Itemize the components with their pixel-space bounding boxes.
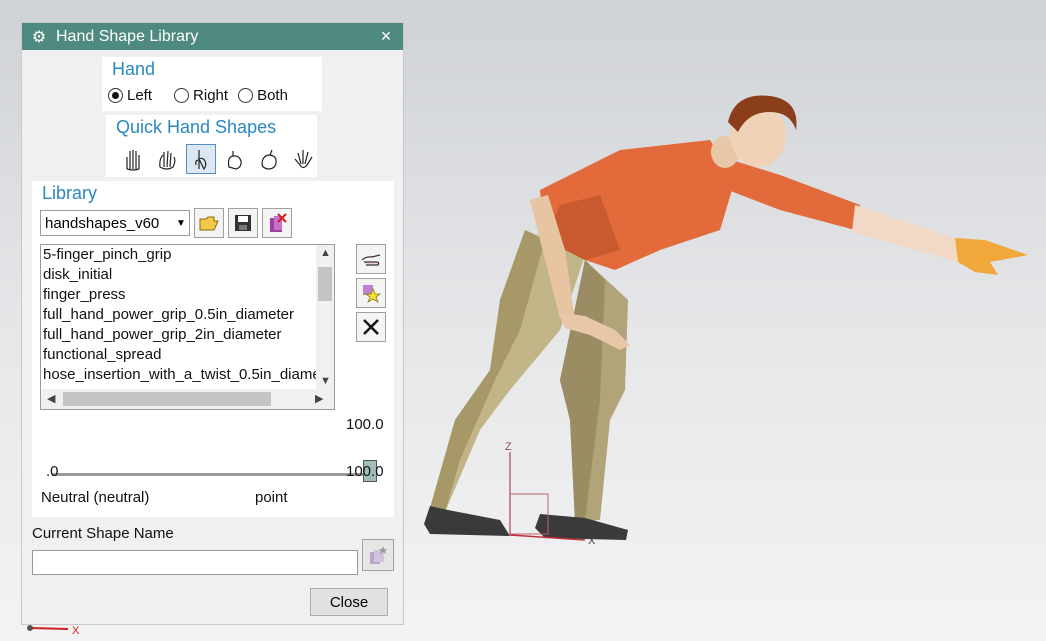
to-shape-label: point xyxy=(255,489,288,506)
open-folder-icon xyxy=(199,216,219,231)
spread-hand-icon[interactable] xyxy=(288,144,318,174)
list-item[interactable]: full_hand_power_grip_0.5in_diameter xyxy=(41,305,334,325)
left-shoe xyxy=(424,506,510,536)
quick-hand-shapes-group: Quick Hand Shapes xyxy=(106,115,317,177)
horizontal-scrollbar[interactable]: ◀ ▶ xyxy=(41,389,334,409)
shape-list[interactable]: 5-finger_pinch_grip disk_initial finger_pr… xyxy=(40,244,335,410)
title-bar[interactable]: ⚙ Hand Shape Library × xyxy=(22,23,403,50)
close-icon[interactable]: × xyxy=(369,26,403,47)
chevron-down-icon[interactable]: ▼ xyxy=(173,218,189,229)
radio-left-indicator[interactable] xyxy=(108,88,123,103)
library-combo[interactable]: handshapes_v60 ▼ xyxy=(40,210,190,236)
save-shape-icon xyxy=(370,546,387,564)
current-shape-name-input[interactable] xyxy=(32,550,358,575)
open-hand-icon[interactable] xyxy=(118,144,148,174)
left-leg-shade xyxy=(430,230,545,512)
add-favorite-icon xyxy=(363,285,382,303)
radio-both-label: Both xyxy=(257,87,288,104)
hand-group-title: Hand xyxy=(112,59,156,79)
library-title: Library xyxy=(42,183,98,203)
blend-slider-track[interactable] xyxy=(52,473,370,476)
save-shape-button[interactable] xyxy=(362,539,394,571)
delete-library-button[interactable] xyxy=(262,208,292,238)
list-item[interactable]: functional_spread xyxy=(41,345,334,365)
corner-x-axis xyxy=(29,627,69,630)
vertical-scroll-thumb[interactable] xyxy=(318,267,332,301)
curled-hand-icon[interactable] xyxy=(220,144,250,174)
radio-right-label: Right xyxy=(193,87,229,104)
vertical-scrollbar[interactable]: ▲ ▼ xyxy=(316,245,334,391)
delete-icon xyxy=(363,319,379,335)
add-favorite-button[interactable] xyxy=(356,278,386,308)
list-item[interactable]: disk_initial xyxy=(41,265,334,285)
open-folder-button[interactable] xyxy=(194,208,224,238)
slider-max-label: 100.0 xyxy=(346,463,384,480)
forearm xyxy=(852,205,960,262)
slider-current-value: 100.0 xyxy=(346,416,384,433)
list-item[interactable]: hose_insertion_with_a_twist_0.5in_diame xyxy=(41,365,334,385)
dialog-title: Hand Shape Library xyxy=(56,27,199,45)
radio-both[interactable]: Both xyxy=(238,87,288,104)
gear-icon: ⚙ xyxy=(31,28,47,46)
hand-group: Hand Left Right Both xyxy=(102,57,322,111)
list-item[interactable]: full_hand_power_grip_2in_diameter xyxy=(41,325,334,345)
save-icon xyxy=(235,215,251,231)
delete-shape-button[interactable] xyxy=(356,312,386,342)
apply-shape-button[interactable] xyxy=(356,244,386,274)
library-group: Library handshapes_v60 ▼ 5-finger_pinch_… xyxy=(32,181,394,517)
quick-hand-shapes-title: Quick Hand Shapes xyxy=(116,117,277,137)
list-item[interactable]: 5-finger_pinch_grip xyxy=(41,245,334,265)
pinch-hand-icon[interactable] xyxy=(254,144,284,174)
radio-left[interactable]: Left xyxy=(108,87,152,104)
list-item[interactable]: finger_press xyxy=(41,285,334,305)
horizontal-scroll-thumb[interactable] xyxy=(63,392,271,406)
relaxed-hand-icon[interactable] xyxy=(152,144,182,174)
point-hand-icon[interactable] xyxy=(186,144,216,174)
right-shoe xyxy=(535,514,628,540)
delete-library-icon xyxy=(270,213,287,232)
apply-shape-icon xyxy=(361,254,381,266)
corner-x-label: X xyxy=(72,625,80,637)
radio-right-indicator[interactable] xyxy=(174,88,190,103)
radio-right[interactable]: Right xyxy=(174,87,228,104)
hand-shape-library-dialog: ⚙ Hand Shape Library × Hand Left Right B… xyxy=(21,22,404,625)
save-library-button[interactable] xyxy=(228,208,258,238)
slider-min-label: .0 xyxy=(46,463,59,480)
x-axis-label: X xyxy=(588,535,596,547)
radio-both-indicator[interactable] xyxy=(238,88,254,103)
library-combo-value: handshapes_v60 xyxy=(45,214,160,232)
from-shape-label: Neutral (neutral) xyxy=(41,489,150,506)
corner-origin xyxy=(27,625,33,631)
current-shape-name-label: Current Shape Name xyxy=(32,525,174,542)
z-axis-label: Z xyxy=(505,441,512,453)
close-button[interactable]: Close xyxy=(310,588,388,616)
radio-left-label: Left xyxy=(127,87,153,104)
pointing-hand xyxy=(955,238,1028,275)
